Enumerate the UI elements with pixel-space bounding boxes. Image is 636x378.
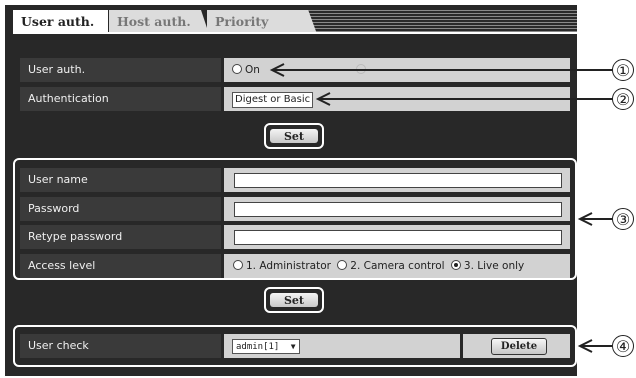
callout-2: ② [612,88,634,110]
callout-4: ④ [612,335,634,357]
callout-3: ③ [612,208,634,230]
callout-arrows [269,63,614,353]
callout-1: ① [612,59,634,81]
